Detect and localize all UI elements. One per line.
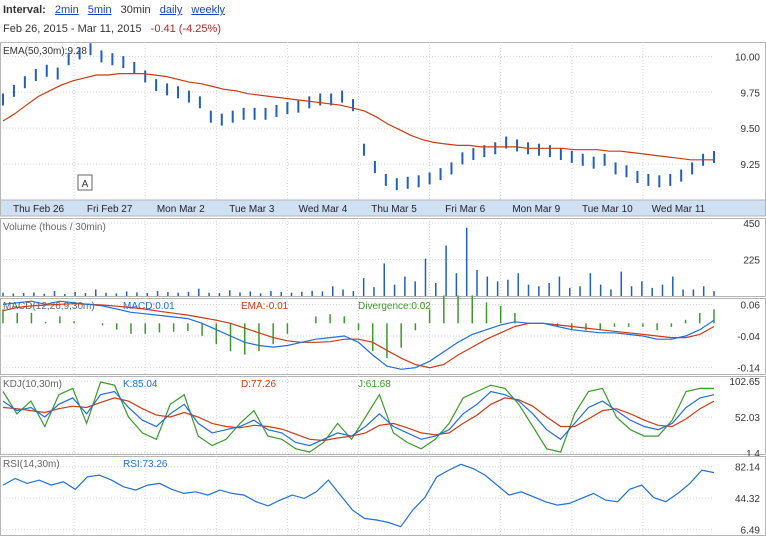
stock-chart: Interval: 2min 5min 30min daily weekly F… (0, 0, 766, 536)
price-ytick: 9.75 (741, 88, 761, 99)
date-tick: Fri Feb 27 (87, 204, 133, 215)
date-tick: Wed Mar 11 (652, 204, 706, 215)
price-ytick: 9.50 (741, 124, 761, 135)
date-tick: Fri Mar 6 (445, 204, 485, 215)
volume-panel-frame (0, 218, 766, 297)
ema-label: EMA(50,30m):9.28 (3, 46, 87, 57)
macd-divergence-label: Divergence:0.02 (358, 301, 431, 312)
annotation-a: A (82, 179, 89, 190)
rsi-ytick: 82.14 (735, 463, 760, 474)
date-tick: Tue Mar 10 (582, 204, 633, 215)
rsi-panel-frame (0, 456, 766, 536)
rsi-ytick: 6.49 (741, 526, 761, 536)
date-tick: Tue Mar 3 (229, 204, 275, 215)
date-tick: Thu Feb 26 (13, 204, 65, 215)
kdj-d-label: D:77.26 (241, 379, 276, 390)
macd-value-label: MACD:0.01 (123, 301, 175, 312)
volume-ytick: 225 (743, 255, 760, 266)
macd-ytick: 0.06 (741, 300, 761, 311)
kdj-k-label: K:85.04 (123, 379, 158, 390)
rsi-title: RSI(14,30m) (3, 459, 60, 470)
macd-ytick: -0.14 (737, 364, 760, 375)
price-ytick: 10.00 (735, 52, 760, 63)
rsi-value-label: RSI:73.26 (123, 459, 168, 470)
ema-line (2, 72, 714, 161)
kdj-ytick: 1.4 (746, 449, 760, 460)
kdj-j-label: J:61.68 (358, 379, 391, 390)
kdj-ytick: 52.03 (735, 413, 760, 424)
chart-canvas: 10.00 9.75 9.50 9.25 EMA(50,30m):9.28 A Thu Fe… (0, 42, 766, 536)
date-tick: Mon Mar 2 (157, 204, 205, 215)
kdj-ytick: 102.65 (729, 377, 760, 388)
rsi-ytick: 44.32 (735, 494, 760, 505)
date-tick: Mon Mar 9 (512, 204, 560, 215)
volume-label: Volume (thous / 30min) (3, 222, 106, 233)
macd-ema-label: EMA:-0.01 (241, 301, 289, 312)
kdj-title: KDJ(10,30m) (3, 379, 62, 390)
macd-ytick: -0.04 (737, 332, 760, 343)
price-ytick: 9.25 (741, 160, 761, 171)
volume-ytick: 450 (743, 219, 760, 230)
date-tick: Wed Mar 4 (299, 204, 348, 215)
date-tick: Thu Mar 5 (371, 204, 417, 215)
